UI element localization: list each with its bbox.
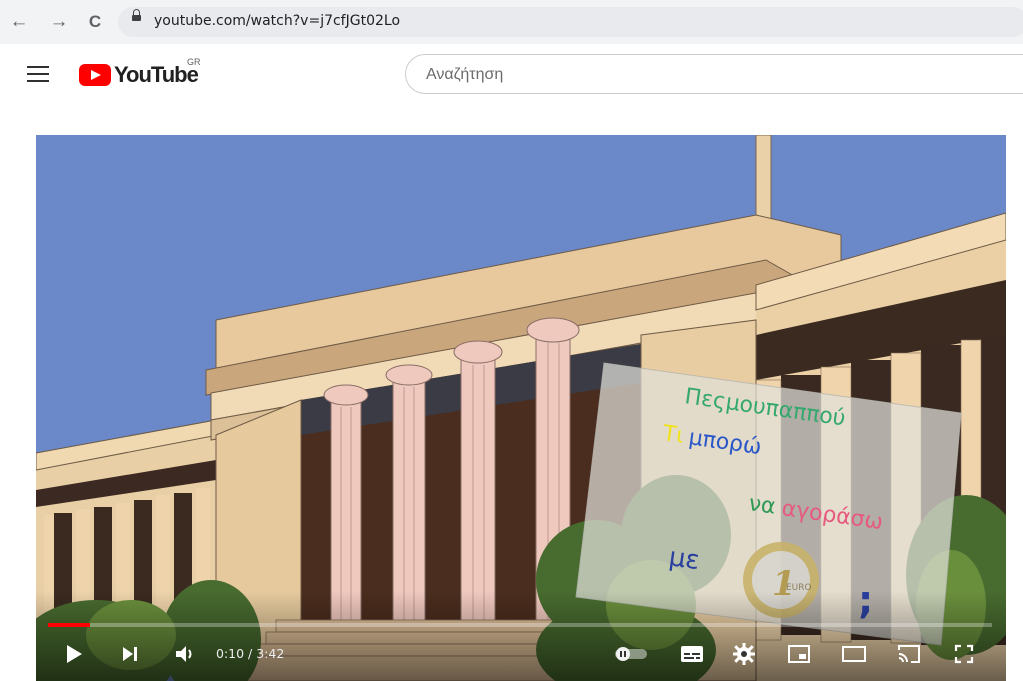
back-icon[interactable]: ← <box>8 11 30 33</box>
browser-toolbar: ← → C youtube.com/watch?v=j7cfJGt02Lo <box>0 0 1023 45</box>
url-text: youtube.com/watch?v=j7cfJGt02Lo <box>154 13 401 29</box>
cast-icon[interactable] <box>893 638 925 670</box>
card-line-3a: να <box>747 491 777 519</box>
progress-fill <box>48 623 91 627</box>
play-icon[interactable] <box>58 638 90 670</box>
search-input[interactable] <box>424 63 988 87</box>
card-line-2a: Τι <box>660 421 685 449</box>
reload-icon[interactable]: C <box>84 11 106 33</box>
card-line-4: με <box>667 542 701 576</box>
theater-mode-icon[interactable] <box>838 638 870 670</box>
youtube-header: YouTube GR <box>0 44 1023 106</box>
country-code: GR <box>187 57 201 67</box>
miniplayer-icon[interactable] <box>783 638 815 670</box>
volume-icon[interactable] <box>170 638 202 670</box>
menu-icon[interactable] <box>27 66 49 84</box>
search-box[interactable] <box>405 54 1023 94</box>
address-bar[interactable]: youtube.com/watch?v=j7cfJGt02Lo <box>118 7 1023 37</box>
settings-gear-icon[interactable] <box>728 638 760 670</box>
autoplay-toggle[interactable] <box>611 638 651 670</box>
video-player[interactable]: Πεςμουπαππού Τι μπορώ να αγοράσω με 1 EU… <box>36 135 1006 681</box>
youtube-wordmark: YouTube <box>114 62 199 87</box>
time-display: 0:10 / 3:42 <box>216 646 285 661</box>
lock-icon <box>132 9 141 21</box>
fullscreen-icon[interactable] <box>948 638 980 670</box>
youtube-play-icon <box>79 64 111 86</box>
forward-icon[interactable]: → <box>48 11 70 33</box>
subtitles-icon[interactable] <box>676 638 708 670</box>
next-icon[interactable] <box>114 638 146 670</box>
progress-bar[interactable] <box>48 623 992 627</box>
